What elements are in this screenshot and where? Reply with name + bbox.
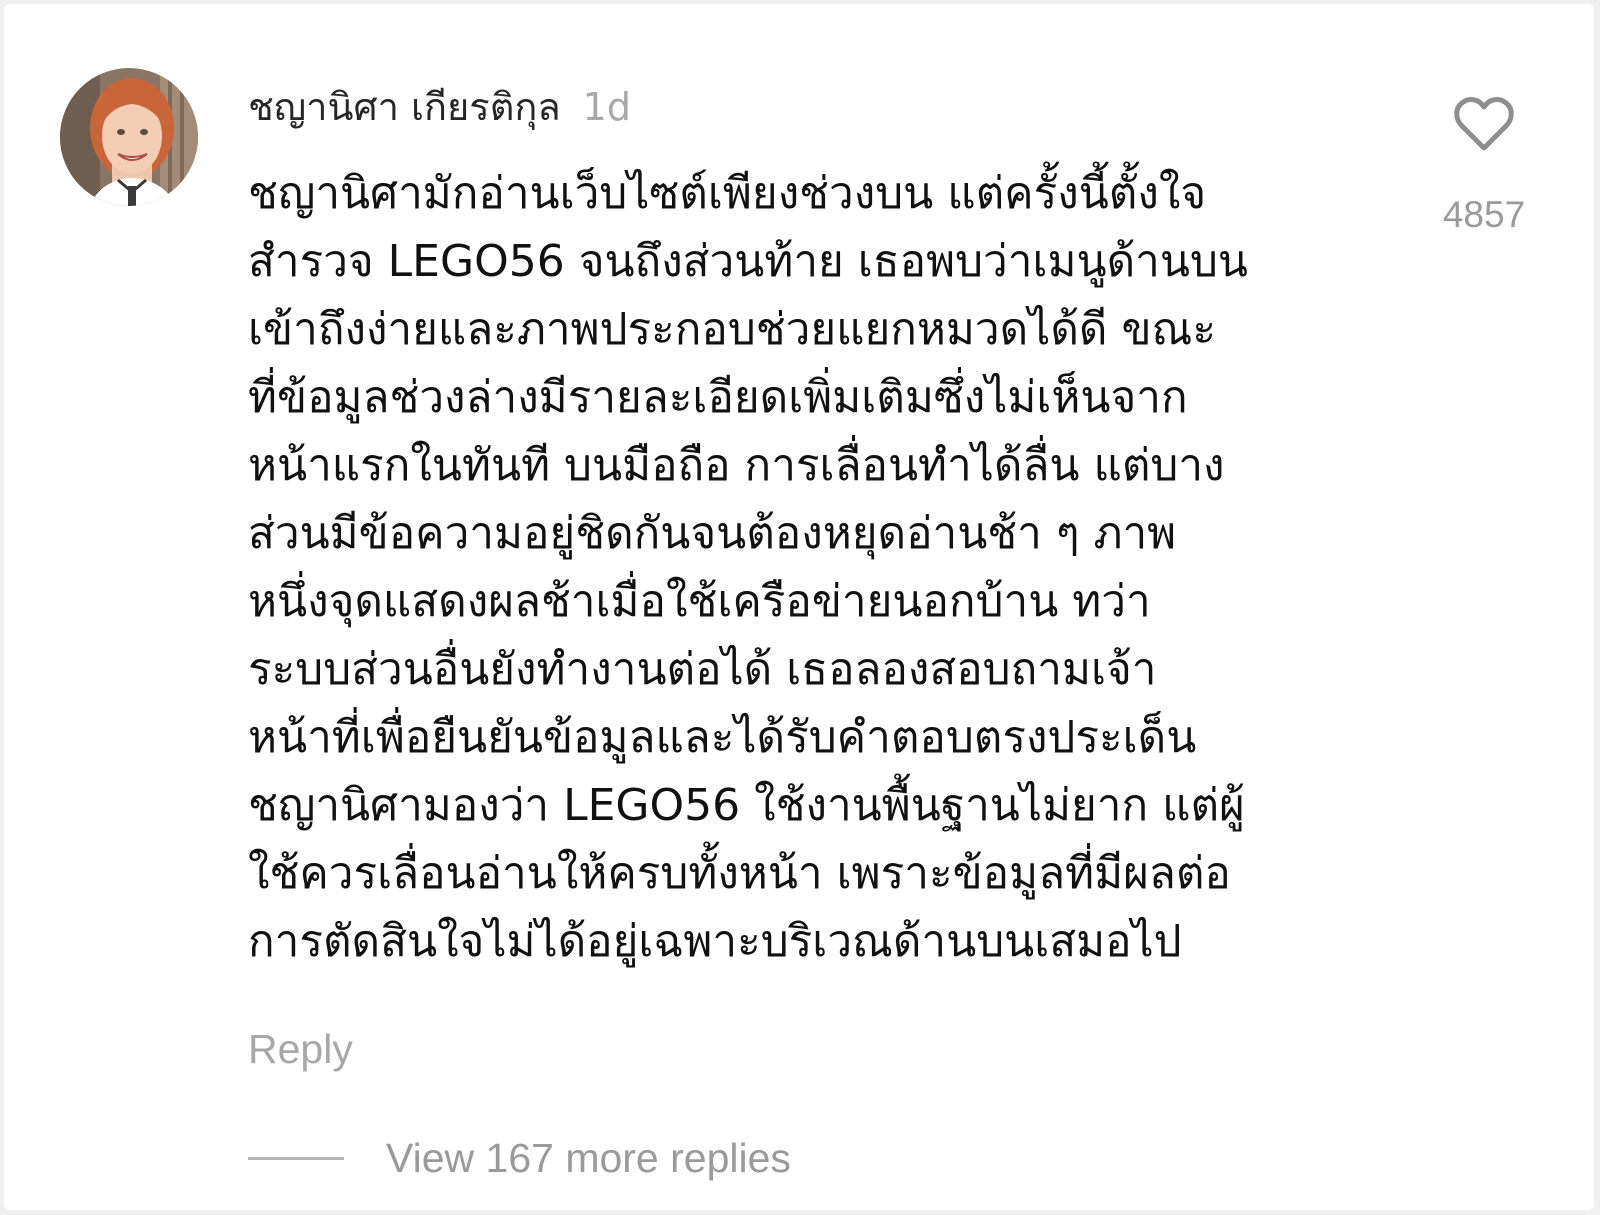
comment-line: ระบบส่วนอื่นยังทำงานต่อได้ เธอลองสอบถามเ… [248, 644, 1157, 695]
comment-line: ชญานิศามองว่า LEGO56 ใช้งานพื้นฐานไม่ยาก… [248, 780, 1245, 831]
comment-line: หน้าที่เพื่อยืนยันข้อมูลและได้รับคำตอบตร… [248, 712, 1197, 763]
comment-line: ชญานิศามักอ่านเว็บไซต์เพียงช่วงบน แต่ครั… [248, 168, 1207, 219]
timestamp: 1d [582, 85, 631, 129]
comment-card: ชญานิศา เกียรติกุล 1d ชญานิศามักอ่านเว็บ… [4, 4, 1594, 1210]
comment-line: ส่วนมีข้อความอยู่ชิดกันจนต้องหยุดอ่านช้า… [248, 508, 1177, 559]
comment-line: การตัดสินใจไม่ได้อยู่เฉพาะบริเวณด้านบนเส… [248, 916, 1182, 967]
reply-button[interactable]: Reply [248, 1026, 353, 1073]
like-count: 4857 [1442, 194, 1526, 235]
like-section: 4857 [1414, 96, 1554, 236]
comment-text: ชญานิศามักอ่านเว็บไซต์เพียงช่วงบน แต่ครั… [248, 160, 1378, 976]
avatar[interactable] [60, 68, 198, 206]
view-replies-button[interactable]: View 167 more replies [386, 1135, 791, 1182]
comment-line: สำรวจ LEGO56 จนถึงส่วนท้าย เธอพบว่าเมนูด… [248, 236, 1248, 287]
view-replies-row: View 167 more replies [248, 1134, 791, 1182]
comment-line: ที่ข้อมูลช่วงล่างมีรายละเอียดเพิ่มเติมซึ… [248, 372, 1188, 423]
comment-header: ชญานิศา เกียรติกุล 1d [248, 76, 631, 132]
comment-line: เข้าถึงง่ายและภาพประกอบช่วยแยกหมวดได้ดี … [248, 304, 1216, 355]
avatar-photo [60, 68, 198, 206]
comment-line: ใช้ควรเลื่อนอ่านให้ครบทั้งหน้า เพราะข้อม… [248, 848, 1231, 899]
comment-line: หนึ่งจุดแสดงผลช้าเมื่อใช้เครือข่ายนอกบ้า… [248, 576, 1151, 627]
username[interactable]: ชญานิศา เกียรติกุล [248, 76, 561, 137]
heart-outline-icon[interactable] [1453, 96, 1515, 152]
comment-line: หน้าแรกในทันที บนมือถือ การเลื่อนทำได้ลื… [248, 440, 1225, 491]
replies-divider [248, 1156, 344, 1160]
